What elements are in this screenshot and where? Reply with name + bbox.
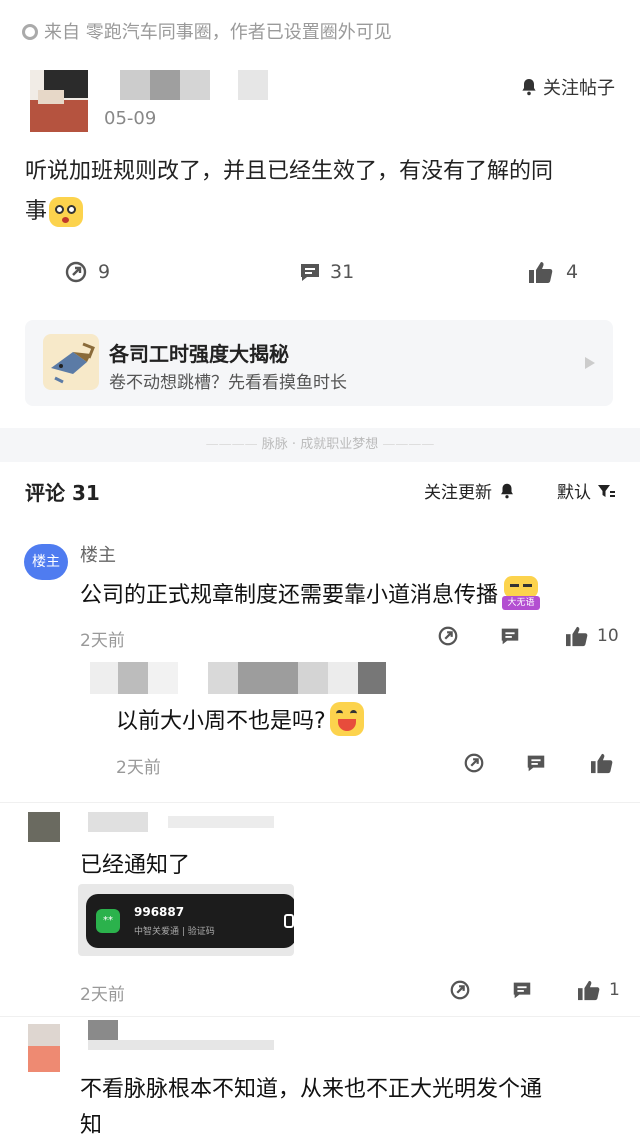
- comment-text: 已经通知了: [80, 853, 191, 878]
- filter-icon: [598, 484, 615, 497]
- emoji-tag: 大无语: [502, 596, 541, 610]
- comment-author-blurred[interactable]: [88, 812, 274, 832]
- fish-icon: [43, 334, 99, 390]
- wechat-icon: **: [96, 909, 120, 933]
- surprised-emoji-icon: [49, 197, 84, 227]
- comment-button[interactable]: 31: [298, 260, 354, 284]
- comment-text-line2: 知: [80, 1113, 103, 1138]
- author-name-blurred[interactable]: [120, 70, 268, 100]
- like-button[interactable]: 4: [528, 260, 578, 284]
- source-text: 来自 零跑汽车同事圈，作者已设置圈外可见: [44, 22, 392, 43]
- sort-label: 默认: [557, 483, 591, 503]
- comment-icon[interactable]: [511, 979, 533, 1001]
- separator-text: 脉脉 · 成就职业梦想: [261, 437, 379, 452]
- verification-caption: 中智关爱通 | 验证码: [134, 927, 215, 937]
- play-icon: [585, 357, 595, 369]
- laughing-emoji-icon: [329, 702, 364, 736]
- post-text-line1: 听说加班规则改了，并且已经生效了，有没有了解的同: [25, 159, 554, 184]
- verification-code: 996887: [134, 905, 185, 919]
- thumbs-up-icon: [578, 980, 600, 1001]
- separator: ———— 脉脉 · 成就职业梦想 ————: [0, 428, 640, 462]
- comment-author-blurred[interactable]: [88, 1020, 274, 1050]
- share-icon: [65, 261, 87, 283]
- share-icon[interactable]: [437, 625, 459, 647]
- thumbs-up-icon: [566, 626, 588, 647]
- share-icon[interactable]: [449, 979, 471, 1001]
- comment-time: 2天前: [80, 985, 125, 1005]
- owner-badge: 楼主: [24, 544, 68, 580]
- follow-post-label: 关注帖子: [543, 78, 615, 99]
- comment-icon: [301, 264, 319, 281]
- post-text-line2: 事: [25, 199, 48, 224]
- promo-subtitle: 卷不动想跳槽？先看看摸鱼时长: [109, 373, 347, 393]
- like-count: 4: [566, 261, 579, 283]
- comment-text-content: 公司的正式规章制度还需要靠小道消息传播: [80, 583, 499, 608]
- comment-text: 公司的正式规章制度还需要靠小道消息传播 大无语: [80, 576, 541, 610]
- post-date: 05-09: [104, 108, 157, 129]
- share-button[interactable]: 9: [64, 260, 110, 284]
- comment-like-button[interactable]: 10: [565, 625, 619, 647]
- bell-icon: [501, 483, 513, 498]
- comment-like-count: 1: [609, 980, 620, 1000]
- reply-text: 以前大小周不也是吗?: [116, 702, 364, 736]
- avatar[interactable]: [28, 812, 60, 842]
- comment-time: 2天前: [80, 631, 125, 651]
- follow-update-label: 关注更新: [424, 483, 492, 503]
- post-text: 听说加班规则改了，并且已经生效了，有没有了解的同 事: [25, 152, 620, 232]
- thumbs-up-icon: [529, 262, 553, 283]
- sort-dropdown[interactable]: 默认: [557, 478, 615, 503]
- thumbs-up-icon[interactable]: [590, 752, 614, 774]
- comment-count: 31: [330, 261, 355, 283]
- reply-author-blurred[interactable]: [90, 662, 386, 694]
- reply-text-content: 以前大小周不也是吗?: [116, 709, 326, 734]
- reply-time: 2天前: [116, 758, 161, 778]
- comment-like-button[interactable]: 1: [577, 979, 620, 1001]
- bell-icon: [522, 79, 536, 96]
- follow-update-button[interactable]: 关注更新: [424, 478, 516, 503]
- follow-post-button[interactable]: 关注帖子: [519, 74, 615, 100]
- share-count: 9: [98, 261, 111, 283]
- comment-icon[interactable]: [525, 752, 547, 774]
- speechless-emoji-icon: 大无语: [502, 576, 541, 610]
- source-line: 来自 零跑汽车同事圈，作者已设置圈外可见: [22, 18, 392, 44]
- promo-card[interactable]: 各司工时强度大揭秘 卷不动想跳槽？先看看摸鱼时长: [25, 320, 613, 406]
- comment-image[interactable]: ** 996887 中智关爱通 | 验证码: [78, 884, 294, 956]
- promo-title: 各司工时强度大揭秘: [109, 342, 289, 366]
- comment-like-count: 10: [597, 626, 619, 646]
- avatar[interactable]: [28, 1024, 60, 1072]
- comment-text: 不看脉脉根本不知道，从来也不正大光明发个通 知: [80, 1072, 542, 1138]
- share-icon[interactable]: [463, 752, 485, 774]
- comments-title: 评论 31: [25, 481, 100, 505]
- comment-author[interactable]: 楼主: [80, 541, 116, 567]
- circle-icon: [22, 24, 38, 40]
- comment-text-line1: 不看脉脉根本不知道，从来也不正大光明发个通: [80, 1077, 543, 1102]
- comment-icon[interactable]: [499, 625, 521, 647]
- avatar[interactable]: [30, 70, 88, 132]
